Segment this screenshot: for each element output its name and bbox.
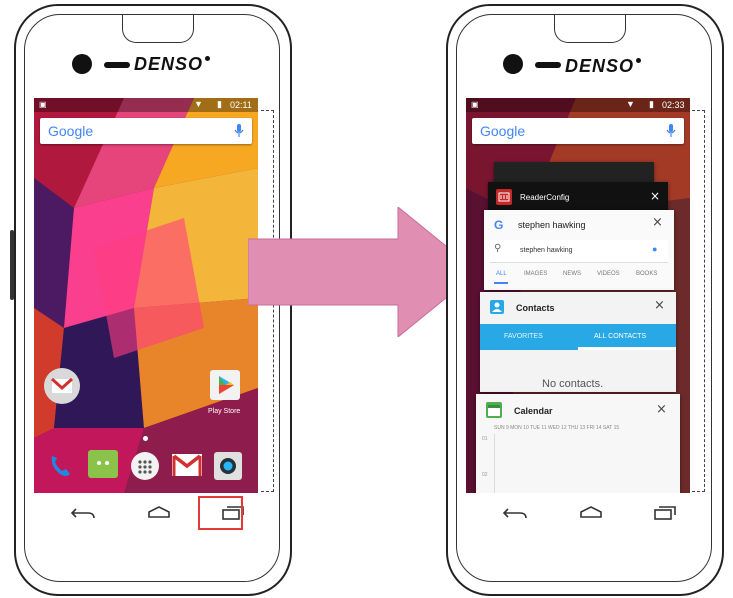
right-recents-key-icon[interactable]	[652, 505, 678, 521]
left-google-label: Google	[48, 123, 94, 139]
readerconfig-app-icon	[496, 189, 512, 205]
left-speaker	[104, 62, 130, 68]
left-app-drawer-icon[interactable]	[131, 452, 159, 480]
contacts-tab-all-contacts[interactable]: ALL CONTACTS	[594, 333, 646, 340]
contacts-tab-indicator	[578, 347, 676, 350]
right-home-key-icon[interactable]	[578, 504, 604, 520]
left-messaging-app-icon[interactable]	[88, 450, 118, 478]
calendar-week-header: SUN 9 MON 10 TUE 11 WED 12 THU 13 FRI 14…	[494, 425, 620, 431]
calendar-row-2: 02	[482, 472, 488, 478]
right-side-frame	[692, 110, 705, 492]
left-sensor	[205, 56, 210, 61]
left-gmail-app-icon[interactable]	[44, 368, 80, 404]
readerconfig-title: ReaderConfig	[520, 193, 570, 202]
readerconfig-close-icon[interactable]: ×	[650, 189, 660, 203]
google-tab-news[interactable]: NEWS	[563, 271, 581, 277]
right-back-key-icon[interactable]	[502, 505, 530, 521]
left-screen: ▣ ▼ ▮ 02:11 Google Play Store	[34, 98, 258, 493]
google-search-field[interactable]: ⚲ stephen hawking ●	[490, 240, 668, 263]
google-card-close-icon[interactable]: ×	[652, 215, 663, 230]
right-google-search-bar[interactable]: Google	[472, 118, 684, 144]
left-notification-icon: ▣	[39, 100, 47, 109]
recent-card-google[interactable]: G stephen hawking × ⚲ stephen hawking ● …	[484, 210, 674, 290]
recents-key-highlight	[198, 496, 243, 530]
left-battery-icon: ▮	[217, 99, 222, 109]
right-sensor	[636, 58, 641, 63]
contacts-tab-bar: FAVORITES ALL CONTACTS	[480, 324, 676, 350]
contacts-empty-message: No contacts.	[542, 378, 604, 390]
right-wifi-icon: ▼	[626, 99, 635, 109]
left-side-button	[10, 230, 14, 300]
right-google-label: Google	[480, 123, 526, 139]
right-front-camera	[503, 54, 523, 74]
search-icon: ⚲	[494, 243, 502, 254]
left-front-camera	[72, 54, 92, 74]
google-tab-all-underline	[494, 282, 508, 284]
recent-card-contacts[interactable]: Contacts × FAVORITES ALL CONTACTS No con…	[480, 292, 676, 392]
transition-arrow-icon	[248, 207, 478, 337]
right-brand-logo: DENSO	[565, 56, 635, 76]
google-tab-books[interactable]: BOOKS	[636, 271, 657, 277]
left-google-search-bar[interactable]: Google	[40, 118, 252, 144]
google-query-text: stephen hawking	[520, 247, 573, 254]
left-page-indicator	[143, 436, 148, 441]
left-mic-icon[interactable]	[234, 124, 244, 138]
right-battery-icon: ▮	[649, 99, 654, 109]
left-camera-app-icon[interactable]	[214, 452, 242, 480]
google-card-title: stephen hawking	[518, 220, 586, 230]
left-playstore-icon[interactable]	[210, 370, 240, 400]
left-status-time: 02:11	[230, 100, 252, 110]
contacts-tab-favorites[interactable]: FAVORITES	[504, 333, 543, 340]
left-gmail-dock-icon[interactable]	[172, 454, 202, 476]
left-back-key-icon[interactable]	[70, 505, 98, 521]
right-status-bar: ▣ ▼ ▮ 02:33	[466, 98, 690, 112]
left-phone-app-icon[interactable]	[46, 450, 76, 480]
right-top-ridge	[554, 14, 626, 43]
calendar-title: Calendar	[514, 406, 553, 416]
right-speaker	[535, 62, 561, 68]
right-notification-icon: ▣	[471, 100, 479, 109]
google-tab-all[interactable]: ALL	[496, 271, 507, 277]
left-status-bar: ▣ ▼ ▮ 02:11	[34, 98, 258, 112]
left-wallpaper	[34, 98, 258, 493]
google-tab-videos[interactable]: VIDEOS	[597, 271, 620, 277]
right-screen: ▣ ▼ ▮ 02:33 Google ReaderConfig × G step…	[466, 98, 690, 493]
left-top-ridge	[122, 14, 194, 43]
left-wifi-icon: ▼	[194, 99, 203, 109]
contacts-app-icon	[490, 300, 504, 314]
google-g-icon: G	[494, 218, 504, 232]
recent-card-calendar[interactable]: Calendar × SUN 9 MON 10 TUE 11 WED 12 TH…	[476, 394, 680, 493]
contacts-close-icon[interactable]: ×	[654, 298, 665, 313]
recent-card-readerconfig[interactable]: ReaderConfig ×	[488, 182, 668, 212]
calendar-grid-line	[494, 434, 495, 493]
calendar-close-icon[interactable]: ×	[656, 402, 667, 417]
left-brand-logo: DENSO	[134, 54, 204, 74]
contacts-title: Contacts	[516, 303, 555, 313]
right-status-time: 02:33	[662, 100, 685, 110]
left-home-key-icon[interactable]	[146, 504, 172, 520]
calendar-app-icon	[486, 402, 502, 418]
google-query-mic-icon[interactable]: ●	[652, 244, 657, 254]
left-playstore-label: Play Store	[208, 408, 241, 415]
google-tab-images[interactable]: IMAGES	[524, 271, 547, 277]
right-mic-icon[interactable]	[666, 124, 676, 138]
calendar-row-1: 01	[482, 436, 488, 442]
